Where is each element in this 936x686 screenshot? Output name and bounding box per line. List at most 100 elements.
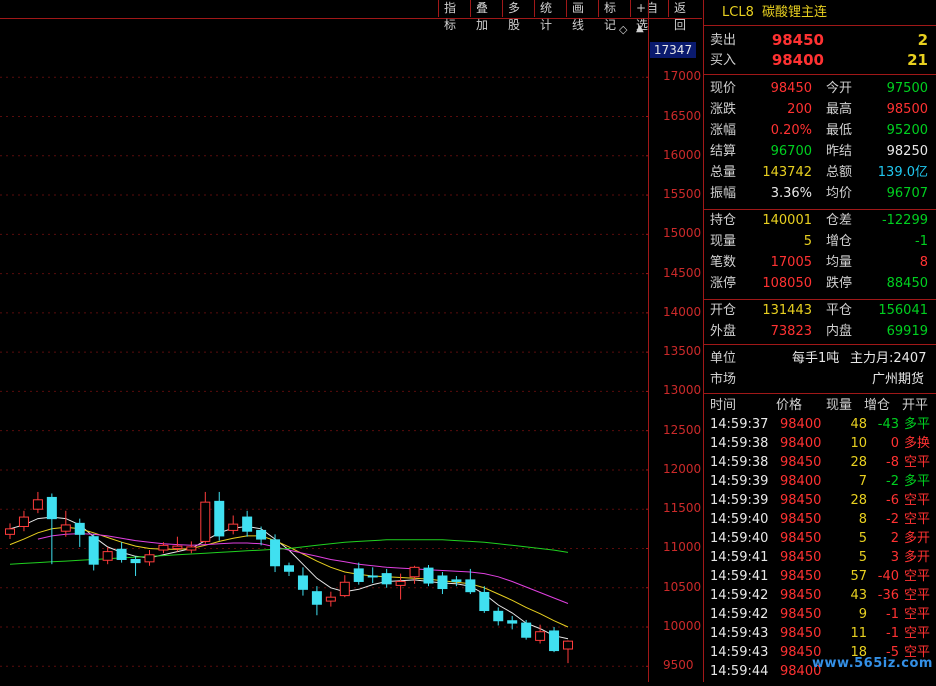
tick-time: 14:59:41 — [710, 550, 769, 565]
diamond-icon[interactable]: ◇ — [619, 23, 627, 36]
bid-price: 98400 — [771, 51, 824, 69]
tick-volume: 9 — [858, 607, 867, 622]
tick-header-cell: 开平 — [902, 398, 929, 413]
tick-time: 14:59:37 — [710, 417, 769, 432]
price-axis-label: 10000 — [663, 619, 702, 634]
stat-row: 外盘 73823 内盘 69919 — [704, 321, 936, 342]
candle — [242, 510, 253, 537]
tick-open-close: 空平 — [904, 569, 931, 584]
stat-value: 98450 — [770, 81, 812, 96]
stat-value: 139.0亿 — [877, 165, 928, 180]
candle-body — [144, 554, 155, 563]
tick-price: 98450 — [780, 588, 822, 603]
stat-value: 96707 — [886, 186, 928, 201]
bid-label: 买入 — [710, 53, 737, 68]
candle-body — [563, 640, 573, 650]
candle — [493, 607, 504, 626]
tick-oi-change: -6 — [886, 493, 899, 508]
tick-time: 14:59:40 — [710, 512, 769, 527]
candle-body — [353, 568, 364, 582]
unit-row: 单位 每手1吨 主力月:2407 — [704, 348, 936, 369]
quote-panel: LCL8 碳酸锂主连 卖出 98450 2 买入 98400 21 现价 9845… — [703, 0, 936, 682]
stat-value: 143742 — [762, 165, 812, 180]
stat-row: 笔数 17005 均量 8 — [704, 252, 936, 273]
watermark-text: www.565iz.com — [812, 656, 933, 671]
kline-chart[interactable] — [0, 0, 652, 682]
candle-body — [311, 591, 322, 605]
price-axis-label: 14500 — [663, 265, 702, 280]
candle — [409, 565, 420, 584]
price-axis: 17000 16500 16000 15500 15000 14500 14000 13500… — [648, 0, 703, 682]
candle-body — [339, 581, 350, 597]
candle-body — [74, 522, 85, 535]
stat-value: -1 — [915, 234, 928, 249]
tick-row: 14:59:43 98450 11 -1 空平 — [704, 624, 936, 643]
candle-body — [465, 579, 476, 593]
tick-volume: 43 — [850, 588, 867, 603]
tick-price: 98450 — [780, 531, 822, 546]
tick-oi-change: 2 — [890, 531, 899, 546]
price-axis-label: 10500 — [663, 579, 702, 594]
candle-body — [395, 580, 406, 586]
candle-body — [32, 499, 43, 510]
scroll-up-icon[interactable]: ▲ — [636, 23, 644, 34]
candle-body — [200, 501, 211, 542]
tick-price: 98450 — [780, 607, 822, 622]
stat-label: 最低 — [826, 123, 853, 138]
candle-body — [270, 539, 281, 567]
stat-label: 涨跌 — [710, 102, 737, 117]
candle — [88, 534, 99, 571]
candle — [116, 542, 127, 563]
tick-volume: 57 — [850, 569, 867, 584]
candle-body — [116, 548, 127, 560]
tick-oi-change: 0 — [890, 436, 899, 451]
tick-time: 14:59:43 — [710, 645, 769, 660]
stat-label: 涨幅 — [710, 123, 737, 138]
tick-row: 14:59:38 98450 28 -8 空平 — [704, 453, 936, 472]
candle-body — [493, 610, 504, 622]
tick-volume: 7 — [858, 474, 867, 489]
candle-body — [172, 545, 183, 549]
stat-row: 开仓 131443 平仓 156041 — [704, 300, 936, 321]
tick-open-close: 多开 — [904, 550, 931, 565]
ask-label: 卖出 — [710, 33, 737, 48]
tick-open-close: 空平 — [904, 493, 931, 508]
candle — [32, 491, 43, 514]
price-axis-label: 15000 — [663, 226, 702, 241]
price-axis-label: 11500 — [663, 501, 702, 516]
candle — [200, 491, 211, 544]
candle — [479, 586, 490, 613]
candle-body — [437, 575, 448, 590]
stat-value: 96700 — [770, 144, 812, 159]
stat-value: 108050 — [762, 276, 812, 291]
candle-body — [214, 500, 225, 537]
stat-label: 内盘 — [826, 324, 853, 339]
stat-label: 开仓 — [710, 303, 737, 318]
ask-row: 卖出 98450 2 — [704, 30, 936, 51]
stat-label: 均价 — [826, 186, 853, 201]
tick-time: 14:59:40 — [710, 531, 769, 546]
candle-body — [479, 591, 490, 612]
stat-row: 现价 98450 今开 97500 — [704, 78, 936, 99]
candle — [60, 510, 71, 537]
tick-open-close: 多平 — [904, 474, 931, 489]
price-axis-label: 15500 — [663, 187, 702, 202]
tick-oi-change: -40 — [877, 569, 899, 584]
tick-header-cell: 增仓 — [864, 398, 891, 413]
stat-value: 95200 — [886, 123, 928, 138]
stat-label: 最高 — [826, 102, 853, 117]
tick-open-close: 多平 — [904, 417, 931, 432]
tick-volume: 5 — [858, 550, 867, 565]
price-axis-label: 14000 — [663, 304, 702, 319]
candle-body — [46, 496, 57, 520]
stat-row: 涨幅 0.20% 最低 95200 — [704, 120, 936, 141]
stat-row: 现量 5 增仓 -1 — [704, 231, 936, 252]
price-axis-label: 13000 — [663, 383, 702, 398]
candle — [325, 591, 336, 607]
tick-volume: 8 — [858, 512, 867, 527]
candle-body — [256, 529, 267, 540]
price-axis-label: 9500 — [663, 658, 694, 673]
stat-label: 平仓 — [826, 303, 853, 318]
stat-label: 昨结 — [826, 144, 853, 159]
stat-value: 97500 — [886, 81, 928, 96]
